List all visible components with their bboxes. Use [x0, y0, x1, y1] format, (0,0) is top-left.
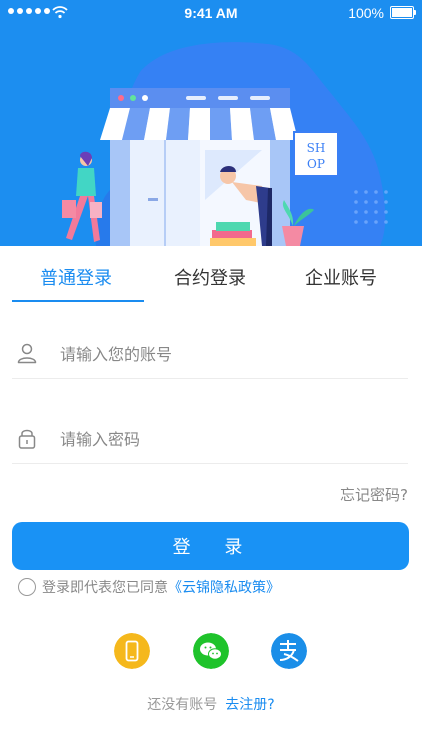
- register-row: 还没有账号 去注册?: [0, 694, 422, 714]
- phone-login-icon[interactable]: [114, 633, 150, 669]
- forgot-password-link[interactable]: 忘记密码?: [340, 484, 408, 505]
- tab-enterprise-account[interactable]: 企业账号: [305, 264, 377, 290]
- user-icon: [17, 343, 37, 364]
- login-button[interactable]: 登 录: [12, 522, 409, 570]
- tab-normal-login[interactable]: 普通登录: [40, 264, 112, 290]
- privacy-policy-link[interactable]: 《云锦隐私政策》: [168, 577, 280, 597]
- tab-contract-login[interactable]: 合约登录: [174, 264, 246, 290]
- register-link[interactable]: 去注册?: [225, 697, 274, 713]
- battery-icon: [390, 6, 416, 19]
- hero-illustration: SH OP 9:41 AM 100%: [0, 0, 422, 246]
- wechat-login-icon[interactable]: [193, 633, 229, 669]
- agree-checkbox[interactable]: [18, 578, 36, 596]
- alipay-login-icon[interactable]: [271, 633, 307, 669]
- lock-icon: [18, 429, 36, 449]
- privacy-agreement: 登录即代表您已同意 《云锦隐私政策》: [18, 576, 280, 598]
- account-field: [12, 330, 408, 379]
- shop-sign-bottom: OP: [307, 157, 325, 171]
- account-input[interactable]: [58, 338, 392, 370]
- login-tabs: 普通登录 合约登录 企业账号: [0, 246, 422, 302]
- shop-illustration: SH OP: [62, 42, 388, 246]
- battery-percentage: 100%: [348, 5, 384, 21]
- register-prompt: 还没有账号: [147, 697, 218, 713]
- password-input[interactable]: [58, 423, 392, 455]
- active-tab-indicator: [12, 300, 144, 302]
- status-bar: 9:41 AM 100%: [0, 0, 422, 26]
- agree-text: 登录即代表您已同意: [42, 580, 168, 596]
- password-field: [12, 415, 408, 464]
- shop-sign-top: SH: [307, 141, 326, 155]
